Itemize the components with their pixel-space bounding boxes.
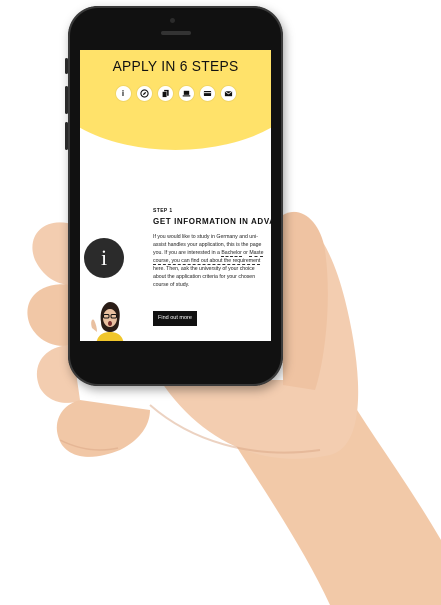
compass-icon[interactable] (136, 86, 152, 101)
page-title: APPLY IN 6 STEPS (112, 58, 239, 75)
body-line: assist handles your application, this is… (153, 242, 262, 248)
phone-device: APPLY IN 6 STEPS i STEP 1 GET INFORMATIO… (65, 6, 283, 386)
documents-icon[interactable] (157, 86, 173, 101)
step-nav: i (80, 86, 271, 101)
info-badge-icon: i (84, 238, 124, 278)
body-line: about the application criteria for your … (153, 274, 256, 280)
body-line: course, you can find out about the requi… (153, 257, 271, 265)
front-camera (170, 18, 175, 23)
volume-down-button (65, 122, 68, 150)
card-icon[interactable] (199, 86, 215, 101)
bachelor-link[interactable]: Bachelor (221, 250, 242, 257)
body-line: course of study. (153, 282, 190, 288)
screen-bottom-edge (80, 341, 271, 347)
student-photo (88, 298, 132, 347)
body-line: you. If you are interested in a Bachelor… (153, 250, 264, 257)
requirements-link[interactable]: course, you can find out about the requi… (153, 258, 261, 265)
step-description: If you would like to study in Germany an… (153, 233, 271, 289)
phone-screen: APPLY IN 6 STEPS i STEP 1 GET INFORMATIO… (80, 50, 271, 347)
step-title: GET INFORMATION IN ADVANC (153, 217, 271, 226)
master-link[interactable]: Maste (249, 250, 264, 257)
find-out-more-button[interactable]: Find out more (153, 311, 197, 326)
step-label: STEP 1 (153, 208, 173, 214)
mute-switch (65, 58, 68, 74)
laptop-icon[interactable] (178, 86, 194, 101)
volume-up-button (65, 86, 68, 114)
body-line: here. Then, ask the university of your c… (153, 266, 255, 272)
speaker-grille (161, 31, 191, 35)
mail-icon[interactable] (220, 86, 236, 101)
info-icon[interactable]: i (115, 86, 131, 101)
body-line: If you would like to study in Germany an… (153, 234, 258, 240)
